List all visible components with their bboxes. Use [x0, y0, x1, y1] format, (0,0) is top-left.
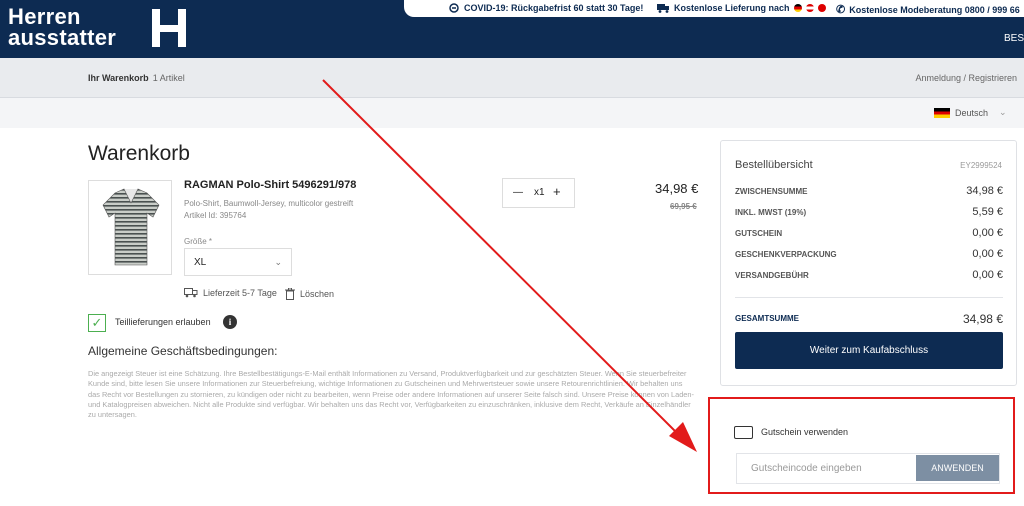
summary-row-label: VERSANDGEBÜHR	[735, 271, 809, 280]
summary-row: VERSANDGEBÜHR 0,00 €	[735, 269, 1003, 283]
summary-row-label: GESCHENKVERPACKUNG	[735, 250, 837, 259]
login-register-link[interactable]: Anmeldung / Registrieren	[915, 73, 1017, 83]
trash-icon	[285, 288, 295, 300]
product-name[interactable]: RAGMAN Polo-Shirt 5496291/978	[184, 179, 356, 191]
product-article-id: Artikel Id: 395764	[184, 211, 247, 220]
summary-row-value: 5,59 €	[972, 206, 1003, 218]
voucher-title: Gutschein verwenden	[761, 427, 849, 437]
chevron-down-icon: ⌄	[999, 107, 1007, 117]
summary-row: ZWISCHENSUMME 34,98 €	[735, 185, 1003, 199]
delivery-time-label: Lieferzeit 5-7 Tage	[203, 288, 277, 298]
covid-text: COVID-19: Rückgabefrist 60 statt 30 Tage…	[464, 3, 644, 13]
partial-delivery-checkbox[interactable]: ✓	[88, 314, 106, 332]
product-description: Polo-Shirt, Baumwoll-Jersey, multicolor …	[184, 199, 354, 208]
product-image[interactable]	[88, 180, 172, 275]
covid-notice: COVID-19: Rückgabefrist 60 statt 30 Tage…	[448, 3, 643, 13]
summary-row-label: GUTSCHEIN	[735, 229, 783, 238]
flag-ch-icon	[817, 4, 826, 12]
item-old-price: 69,95 €	[670, 202, 697, 211]
breadcrumb: Ihr Warenkorb 1 Artikel	[88, 73, 185, 83]
info-topbar: COVID-19: Rückgabefrist 60 statt 30 Tage…	[404, 0, 1024, 17]
summary-row-value: 34,98 €	[966, 185, 1003, 197]
truck-icon	[184, 288, 198, 298]
truck-icon	[657, 3, 669, 13]
quantity-stepper[interactable]: — x1 +	[502, 178, 575, 208]
advice-notice: ✆ Kostenlose Modeberatung 0800 / 999 66	[836, 3, 1020, 16]
advice-text: Kostenlose Modeberatung 0800 / 999 66	[849, 4, 1020, 15]
total-value: 34,98 €	[962, 312, 1003, 326]
phone-icon: ✆	[836, 4, 846, 16]
product-details: Polo-Shirt, Baumwoll-Jersey, multicolor …	[184, 198, 353, 222]
quantity-value: x1	[534, 187, 545, 198]
ticket-icon	[734, 426, 753, 439]
cart-item-count: 1 Artikel	[152, 73, 185, 83]
summary-row-label: ZWISCHENSUMME	[735, 187, 808, 196]
summary-row: INKL. MWST (19%) 5,59 €	[735, 206, 1003, 220]
delivery-time: Lieferzeit 5-7 Tage	[184, 288, 277, 298]
order-summary: Bestellübersicht EY2999524 ZWISCHENSUMME…	[720, 140, 1017, 386]
flag-de-icon	[793, 4, 802, 12]
voucher-panel: Gutschein verwenden Gutscheincode eingeb…	[720, 402, 1017, 494]
summary-row-value: 0,00 €	[972, 227, 1003, 239]
brand-name-line2: ausstatter	[8, 25, 117, 50]
summary-row: GESCHENKVERPACKUNG 0,00 €	[735, 248, 1003, 262]
return-truck-icon	[449, 3, 459, 13]
shipping-notice: Kostenlose Lieferung nach	[657, 3, 826, 13]
chevron-down-icon: ⌄	[274, 257, 282, 267]
size-label: Größe *	[184, 237, 213, 246]
summary-row: GUTSCHEIN 0,00 €	[735, 227, 1003, 241]
quantity-decrease-button[interactable]: —	[513, 187, 523, 198]
language-label: Deutsch	[955, 107, 989, 118]
language-selector[interactable]: Deutsch ⌄	[934, 107, 1007, 118]
summary-row-label: INKL. MWST (19%)	[735, 208, 807, 217]
language-bar: Deutsch ⌄	[0, 98, 1024, 128]
site-header: Herren ausstatter COVID-19: Rückgabefris…	[0, 0, 1024, 58]
breadcrumb-title: Ihr Warenkorb	[88, 73, 149, 83]
partial-delivery-label[interactable]: Teillieferungen erlauben	[115, 317, 211, 327]
order-id: EY2999524	[960, 161, 1002, 170]
page-title: Warenkorb	[88, 142, 190, 165]
total-label: GESAMTSUMME	[735, 314, 799, 323]
nav-item-partial[interactable]: BES	[1004, 33, 1024, 44]
terms-text: Die angezeigt Steuer ist eine Schätzung.…	[88, 369, 694, 420]
terms-title: Allgemeine Geschäftsbedingungen:	[88, 344, 278, 358]
size-select[interactable]: XL ⌄	[184, 248, 292, 276]
summary-row-value: 0,00 €	[972, 248, 1003, 260]
summary-total-row: GESAMTSUMME 34,98 €	[735, 312, 1003, 326]
item-price: 34,98 €	[655, 181, 699, 196]
summary-title: Bestellübersicht	[735, 159, 813, 171]
info-icon[interactable]: i	[223, 315, 237, 329]
polo-shirt-image	[102, 188, 160, 266]
brand-h-logo-icon[interactable]	[152, 9, 186, 47]
flag-de-icon	[934, 107, 950, 118]
delete-label: Löschen	[300, 289, 335, 299]
breadcrumb-bar: Ihr Warenkorb 1 Artikel Anmeldung / Regis…	[0, 58, 1024, 98]
size-value: XL	[194, 257, 207, 268]
summary-row-value: 0,00 €	[972, 269, 1003, 281]
summary-divider	[735, 297, 1003, 298]
flag-at-icon	[805, 4, 814, 12]
brand-name-line1: Herren	[8, 4, 81, 29]
checkout-button[interactable]: Weiter zum Kaufabschluss	[735, 332, 1003, 369]
apply-voucher-button[interactable]: ANWENDEN	[916, 455, 999, 481]
brand-logo[interactable]: Herren ausstatter	[8, 4, 117, 50]
delete-item-button[interactable]: Löschen	[285, 288, 334, 300]
shipping-text: Kostenlose Lieferung nach	[674, 3, 790, 13]
quantity-increase-button[interactable]: +	[553, 184, 561, 199]
